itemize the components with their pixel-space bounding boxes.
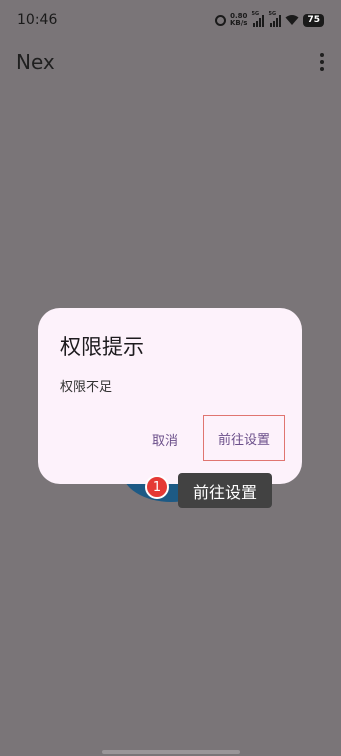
cancel-button[interactable]: 取消 — [152, 430, 178, 449]
alarm-icon — [214, 14, 226, 26]
action-hint-label: 前往设置 — [178, 473, 272, 508]
dialog-title: 权限提示 — [60, 335, 144, 359]
status-bar: 10:46 0.80 KB/s 5G 5G 75 — [0, 0, 341, 40]
permission-dialog: 权限提示 权限不足 取消 前往设置 — [38, 308, 302, 484]
home-indicator[interactable] — [102, 750, 240, 754]
network-speed: 0.80 KB/s — [230, 13, 247, 27]
status-time: 10:46 — [17, 12, 58, 28]
more-vert-icon[interactable] — [317, 52, 327, 72]
network-speed-unit: KB/s — [229, 19, 248, 27]
status-icons: 0.80 KB/s 5G 5G 75 — [214, 10, 324, 28]
go-to-settings-button[interactable]: 前往设置 — [203, 415, 285, 461]
signal-icon: 5G — [251, 10, 265, 27]
sim2-label: 5G — [268, 10, 277, 17]
sim1-label: 5G — [251, 10, 260, 17]
app-title: Nex — [16, 50, 55, 74]
step-badge: 1 — [145, 475, 169, 499]
dialog-message: 权限不足 — [60, 380, 113, 395]
battery-icon: 75 — [303, 13, 324, 27]
wifi-icon — [285, 15, 299, 25]
signal-icon-2: 5G — [268, 10, 282, 27]
